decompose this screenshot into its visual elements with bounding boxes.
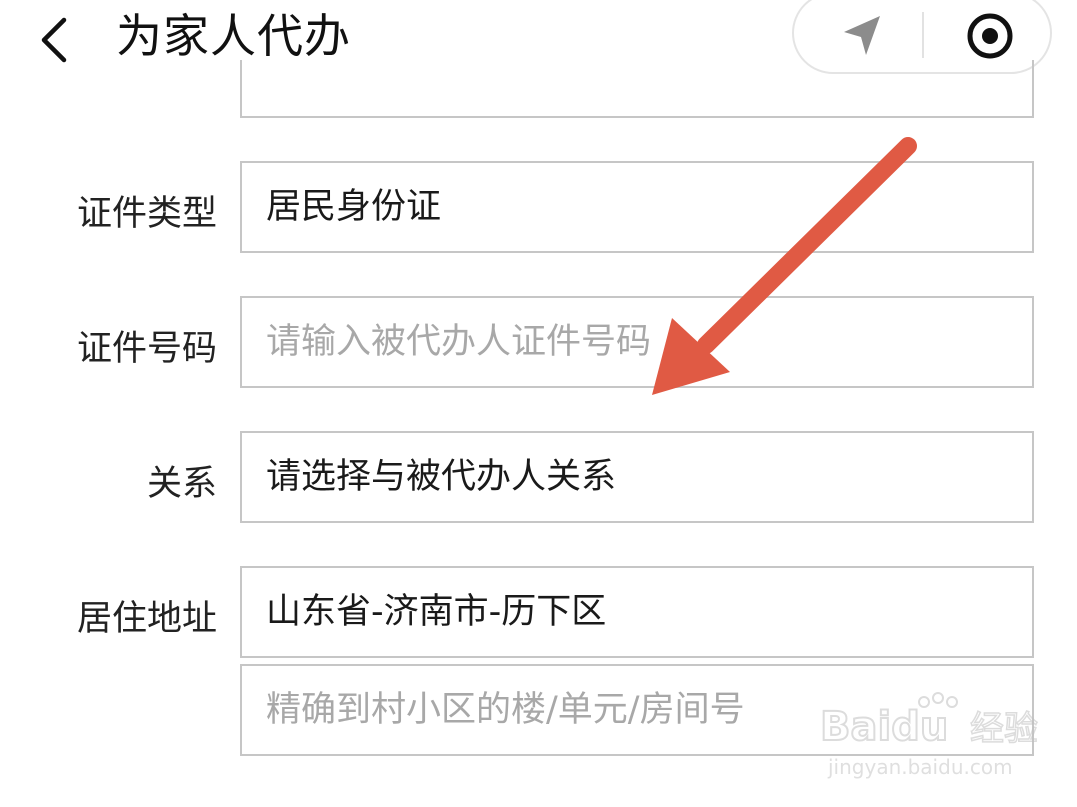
field-label-address: 居住地址 [76,599,217,639]
id-type-value: 居民身份证 [266,187,442,227]
paw-logo-icon: Baidu 经验 jingyan.baidu.com [820,692,1039,779]
id-number-input[interactable]: 请输入被代办人证件号码 [240,296,1034,388]
relation-select[interactable]: 请选择与被代办人关系 [240,431,1034,523]
target-button[interactable] [962,8,1018,64]
watermark-brand: Baidu [820,704,948,750]
id-number-placeholder: 请输入被代办人证件号码 [266,322,652,362]
id-type-select[interactable]: 居民身份证 [240,161,1034,253]
baidu-watermark: Baidu 经验 jingyan.baidu.com [820,690,1040,790]
page-title: 为家人代办 [116,9,351,63]
address-region-value: 山东省-济南市-历下区 [266,592,607,632]
relation-value: 请选择与被代办人关系 [266,457,617,497]
target-icon [967,13,1013,59]
address-detail-placeholder: 精确到村小区的楼/单元/房间号 [266,690,745,730]
watermark-url: jingyan.baidu.com [827,755,1013,779]
location-button[interactable] [834,8,890,64]
field-label-relation: 关系 [146,464,217,504]
field-label-id-number: 证件号码 [76,329,217,369]
field-label-id-type: 证件类型 [76,194,217,234]
location-arrow-icon [844,16,880,55]
back-button[interactable] [28,8,88,68]
previous-field-stub[interactable] [240,60,1034,118]
address-region-select[interactable]: 山东省-济南市-历下区 [240,566,1034,658]
capsule-divider [922,12,924,58]
chevron-left-icon [41,17,67,63]
watermark-brand-cn: 经验 [970,709,1038,749]
